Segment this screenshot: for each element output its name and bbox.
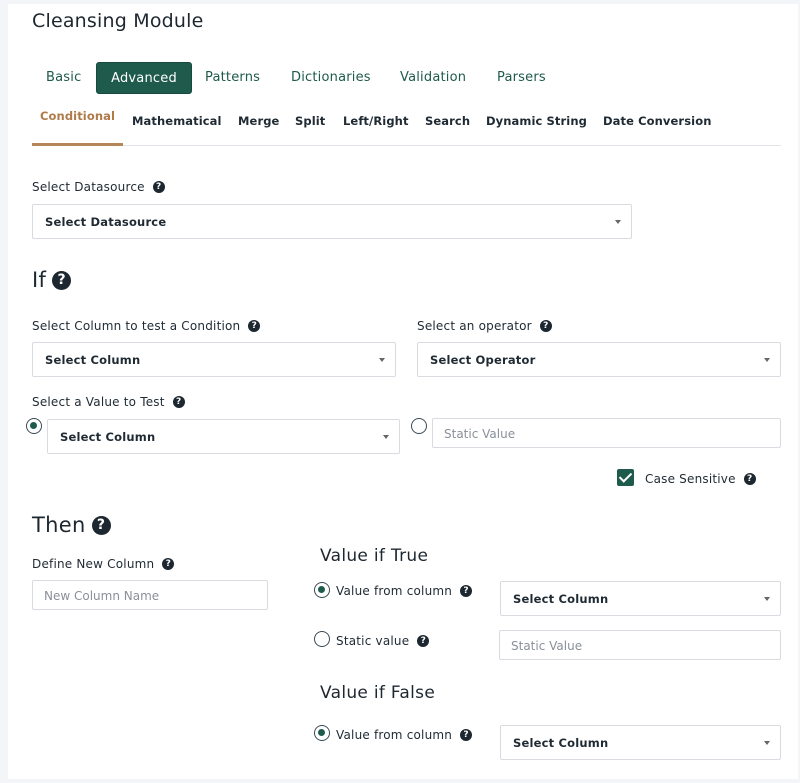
condition-column-label-text: Select Column to test a Condition xyxy=(32,319,241,333)
condition-column-value: Select Column xyxy=(45,353,141,367)
datasource-select[interactable]: Select Datasource xyxy=(32,204,632,239)
value-if-false-heading: Value if False xyxy=(320,683,436,703)
condition-column-label: Select Column to test a Condition ? xyxy=(32,319,261,333)
caret-down-icon xyxy=(764,597,770,601)
new-column-input[interactable]: New Column Name xyxy=(32,580,268,610)
false-from-column-label-text: Value from column xyxy=(336,728,453,742)
operator-value: Select Operator xyxy=(430,353,536,367)
subtab-mathematical[interactable]: Mathematical xyxy=(132,114,222,128)
question-circle-icon[interactable]: ? xyxy=(417,635,430,647)
true-static-label-text: Static value xyxy=(336,634,410,648)
sub-tabs: Conditional Mathematical Merge Split Lef… xyxy=(32,104,781,146)
question-circle-icon[interactable]: ? xyxy=(460,729,473,741)
tab-validation[interactable]: Validation xyxy=(400,62,466,94)
subtab-merge[interactable]: Merge xyxy=(238,114,279,128)
tab-parsers[interactable]: Parsers xyxy=(497,62,546,94)
test-value-label: Select a Value to Test ? xyxy=(32,395,185,409)
caret-down-icon xyxy=(615,220,621,224)
test-value-static-input[interactable]: Static Value xyxy=(432,418,781,448)
test-value-static-placeholder: Static Value xyxy=(444,427,516,441)
new-column-label: Define New Column ? xyxy=(32,557,175,571)
true-static-placeholder: Static Value xyxy=(511,639,583,653)
subtab-left-right[interactable]: Left/Right xyxy=(343,114,409,128)
caret-down-icon xyxy=(383,435,389,439)
caret-down-icon xyxy=(764,741,770,745)
subtab-dynamic-string[interactable]: Dynamic String xyxy=(486,114,587,128)
true-static-input[interactable]: Static Value xyxy=(499,630,781,660)
false-from-column-radio[interactable] xyxy=(314,725,330,741)
datasource-select-value: Select Datasource xyxy=(45,215,167,229)
if-heading-text: If xyxy=(32,268,47,292)
tab-advanced[interactable]: Advanced xyxy=(96,62,192,94)
question-circle-icon[interactable]: ? xyxy=(248,320,261,332)
test-value-label-text: Select a Value to Test xyxy=(32,395,165,409)
caret-down-icon xyxy=(379,358,385,362)
case-sensitive-label-text: Case Sensitive xyxy=(645,472,736,486)
subtab-conditional[interactable]: Conditional xyxy=(40,109,115,123)
operator-select[interactable]: Select Operator xyxy=(417,342,781,377)
true-static-radio[interactable] xyxy=(314,631,330,647)
question-circle-icon[interactable]: ? xyxy=(162,558,175,570)
question-circle-icon[interactable]: ? xyxy=(52,270,72,290)
true-from-column-label-text: Value from column xyxy=(336,584,453,598)
question-circle-icon[interactable]: ? xyxy=(539,320,552,332)
value-if-true-heading: Value if True xyxy=(320,546,429,566)
active-subtab-indicator xyxy=(32,143,123,146)
datasource-label: Select Datasource ? xyxy=(32,180,165,194)
subtab-date-conversion[interactable]: Date Conversion xyxy=(603,114,711,128)
false-from-column-label: Value from column ? xyxy=(336,728,473,742)
true-column-select[interactable]: Select Column xyxy=(500,581,781,616)
new-column-placeholder: New Column Name xyxy=(44,589,160,603)
new-column-label-text: Define New Column xyxy=(32,557,155,571)
question-circle-icon[interactable]: ? xyxy=(460,585,473,597)
if-heading: If ? xyxy=(32,268,72,292)
true-from-column-label: Value from column ? xyxy=(336,584,473,598)
true-from-column-radio[interactable] xyxy=(314,582,330,598)
page-title: Cleansing Module xyxy=(32,10,204,32)
false-column-select[interactable]: Select Column xyxy=(500,725,781,760)
caret-down-icon xyxy=(764,358,770,362)
test-value-column-select[interactable]: Select Column xyxy=(47,419,400,454)
condition-column-select[interactable]: Select Column xyxy=(32,342,396,377)
operator-label-text: Select an operator xyxy=(417,319,532,333)
true-column-value: Select Column xyxy=(513,592,609,606)
case-sensitive-checkbox[interactable] xyxy=(617,469,634,486)
tab-basic[interactable]: Basic xyxy=(46,62,81,94)
then-heading-text: Then xyxy=(32,513,86,537)
subtab-search[interactable]: Search xyxy=(425,114,470,128)
then-heading: Then ? xyxy=(32,513,111,537)
operator-label: Select an operator ? xyxy=(417,319,552,333)
case-sensitive-label: Case Sensitive ? xyxy=(645,472,756,486)
subtab-split[interactable]: Split xyxy=(295,114,325,128)
test-value-static-radio[interactable] xyxy=(411,418,427,434)
question-circle-icon[interactable]: ? xyxy=(172,396,185,408)
question-circle-icon[interactable]: ? xyxy=(152,181,165,193)
test-value-column-value: Select Column xyxy=(60,430,156,444)
question-circle-icon[interactable]: ? xyxy=(743,473,756,485)
tab-dictionaries[interactable]: Dictionaries xyxy=(291,62,371,94)
false-column-value: Select Column xyxy=(513,736,609,750)
question-circle-icon[interactable]: ? xyxy=(91,515,111,535)
tab-patterns[interactable]: Patterns xyxy=(205,62,260,94)
datasource-label-text: Select Datasource xyxy=(32,180,145,194)
true-static-label: Static value ? xyxy=(336,634,430,648)
test-value-column-radio[interactable] xyxy=(26,418,42,434)
